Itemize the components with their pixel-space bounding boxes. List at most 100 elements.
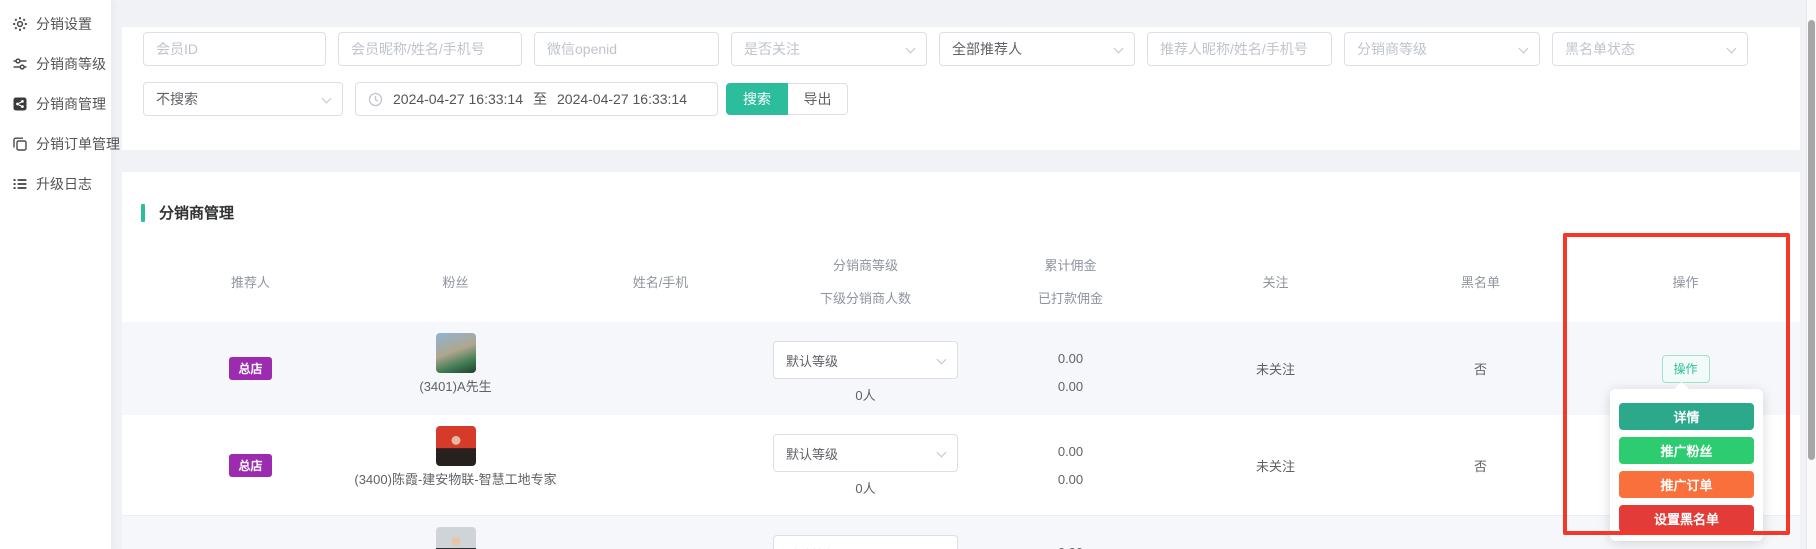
sidebar-item-distributor-management[interactable]: 分销商管理 [0, 84, 111, 124]
sidebar-item-label: 分销订单管理 [36, 134, 120, 154]
row-action-button[interactable]: 操作 [1662, 355, 1710, 383]
distribution-admin-page: 分销设置 分销商等级 分销商管理 分销订单管理 [0, 0, 1816, 549]
header-blacklist: 黑名单 [1378, 240, 1583, 322]
action-menu-item-detail[interactable]: 详情 [1619, 403, 1754, 430]
list-icon [12, 176, 28, 192]
search-button[interactable]: 搜索 [726, 83, 788, 115]
avatar [436, 333, 476, 373]
accent-bar [141, 204, 145, 222]
section-title-text: 分销商管理 [159, 202, 234, 223]
name-phone-cell [558, 516, 763, 549]
sidebar-item-distribution-orders[interactable]: 分销订单管理 [0, 124, 111, 164]
avatar [436, 426, 476, 466]
vertical-scrollbar[interactable] [1806, 0, 1816, 549]
sidebar-item-label: 分销设置 [36, 14, 92, 34]
blacklist-status: 否 [1378, 415, 1583, 515]
follow-status-select[interactable]: 是否关注 [731, 32, 927, 66]
header-follow: 关注 [1173, 240, 1378, 322]
blacklist-status: 否 [1378, 322, 1583, 415]
commission-paid: 0.00 [1058, 472, 1083, 487]
commission-total: 0.00 [1058, 351, 1083, 366]
level-select[interactable]: 默认等级 [773, 341, 958, 379]
sidebar-item-label: 升级日志 [36, 174, 92, 194]
referrer-keyword-input[interactable] [1147, 32, 1332, 66]
member-id-input[interactable] [143, 32, 326, 66]
gear-icon [12, 16, 28, 32]
date-end-value: 2024-04-27 16:33:14 [557, 91, 687, 107]
share-icon [12, 96, 28, 112]
export-button[interactable]: 导出 [788, 83, 848, 115]
follow-status-placeholder: 是否关注 [744, 39, 800, 59]
blacklist-status-select[interactable]: 黑名单状态 [1552, 32, 1748, 66]
header-commission-line1: 累计佣金 [1044, 255, 1096, 274]
header-action: 操作 [1583, 240, 1788, 322]
level-select-value: 默认等级 [786, 351, 838, 370]
sliders-icon [12, 56, 28, 72]
clock-icon [368, 92, 383, 107]
distributor-level-select[interactable]: 分销商等级 [1344, 32, 1540, 66]
chevron-down-icon [1519, 44, 1529, 54]
header-name-phone: 姓名/手机 [558, 240, 763, 322]
level-select-value: 默认等级 [786, 545, 838, 549]
table-header-row: 推荐人 粉丝 姓名/手机 分销商等级 下级分销商人数 累计佣金 已打款佣金 关注… [122, 240, 1800, 322]
sidebar-item-upgrade-log[interactable]: 升级日志 [0, 164, 111, 204]
avatar [436, 527, 476, 549]
level-select[interactable]: 默认等级 [773, 434, 958, 472]
section-title: 分销商管理 [141, 202, 234, 223]
chevron-down-icon [1114, 44, 1124, 54]
fan-name: (3401)A先生 [419, 378, 491, 395]
level-select-value: 默认等级 [786, 444, 838, 463]
table-row: 总店 (3400)陈霞-建安物联-智慧工地专家 默认等级 0人 0.00 0.0… [122, 415, 1800, 516]
time-search-mode-select[interactable]: 不搜索 [143, 82, 343, 116]
member-keyword-input[interactable] [338, 32, 522, 66]
header-commission: 累计佣金 已打款佣金 [968, 240, 1173, 322]
chevron-down-icon [1727, 44, 1737, 54]
blacklist-status-placeholder: 黑名单状态 [1565, 39, 1635, 59]
referrer-badge: 总店 [229, 454, 271, 477]
chevron-down-icon [322, 94, 332, 104]
sidebar: 分销设置 分销商等级 分销商管理 分销订单管理 [0, 0, 112, 549]
header-commission-line2: 已打款佣金 [1038, 288, 1103, 307]
action-menu-item-promote-orders[interactable]: 推广订单 [1619, 471, 1754, 498]
commission-paid: 0.00 [1058, 379, 1083, 394]
follow-status: 未关注 [1173, 415, 1378, 515]
wechat-openid-input[interactable] [534, 32, 719, 66]
header-level-line2: 下级分销商人数 [820, 288, 911, 307]
referrer-badge: 总店 [229, 357, 271, 380]
date-range-picker[interactable]: 2024-04-27 16:33:14 至 2024-04-27 16:33:1… [355, 82, 718, 116]
date-separator: 至 [533, 89, 547, 109]
action-menu-item-promote-fans[interactable]: 推广粉丝 [1619, 437, 1754, 464]
header-referrer: 推荐人 [148, 240, 353, 322]
date-start-value: 2024-04-27 16:33:14 [393, 91, 523, 107]
copy-icon [12, 136, 28, 152]
distributor-table-card: 分销商管理 推荐人 粉丝 姓名/手机 分销商等级 下级分销商人数 累计佣金 已打… [122, 172, 1800, 549]
commission-total: 0.00 [1058, 545, 1083, 549]
filter-panel: 是否关注 全部推荐人 分销商等级 黑名单状态 不搜索 [122, 27, 1800, 150]
scrollbar-thumb[interactable] [1808, 20, 1815, 460]
referrer-select[interactable]: 全部推荐人 [939, 32, 1135, 66]
commission-total: 0.00 [1058, 444, 1083, 459]
chevron-down-icon [937, 448, 947, 458]
sidebar-item-label: 分销商管理 [36, 94, 106, 114]
sub-distributor-count: 0人 [855, 478, 875, 497]
name-phone-cell [558, 322, 763, 415]
sidebar-item-distributor-levels[interactable]: 分销商等级 [0, 44, 111, 84]
level-select[interactable]: 默认等级 [773, 535, 958, 549]
distributor-level-placeholder: 分销商等级 [1357, 39, 1427, 59]
fan-name: (3400)陈霞-建安物联-智慧工地专家 [354, 471, 556, 488]
follow-status: 未关注 [1173, 322, 1378, 415]
header-fans: 粉丝 [353, 240, 558, 322]
table-row: 总店 (3401)A先生 默认等级 0人 0.00 0.00 未关注 否 操作 [122, 322, 1800, 415]
header-level: 分销商等级 下级分销商人数 [763, 240, 968, 322]
chevron-down-icon [906, 44, 916, 54]
sub-distributor-count: 0人 [855, 385, 875, 404]
header-level-line1: 分销商等级 [833, 255, 898, 274]
sidebar-item-distribution-settings[interactable]: 分销设置 [0, 4, 111, 44]
sidebar-item-label: 分销商等级 [36, 54, 106, 74]
name-phone-cell [558, 415, 763, 515]
action-menu-popup: 详情 推广粉丝 推广订单 设置黑名单 [1610, 389, 1763, 541]
chevron-down-icon [937, 355, 947, 365]
action-menu-item-set-blacklist[interactable]: 设置黑名单 [1619, 505, 1754, 532]
referrer-select-value: 全部推荐人 [952, 39, 1022, 59]
table-row: 默认等级 0.00 [122, 516, 1800, 549]
